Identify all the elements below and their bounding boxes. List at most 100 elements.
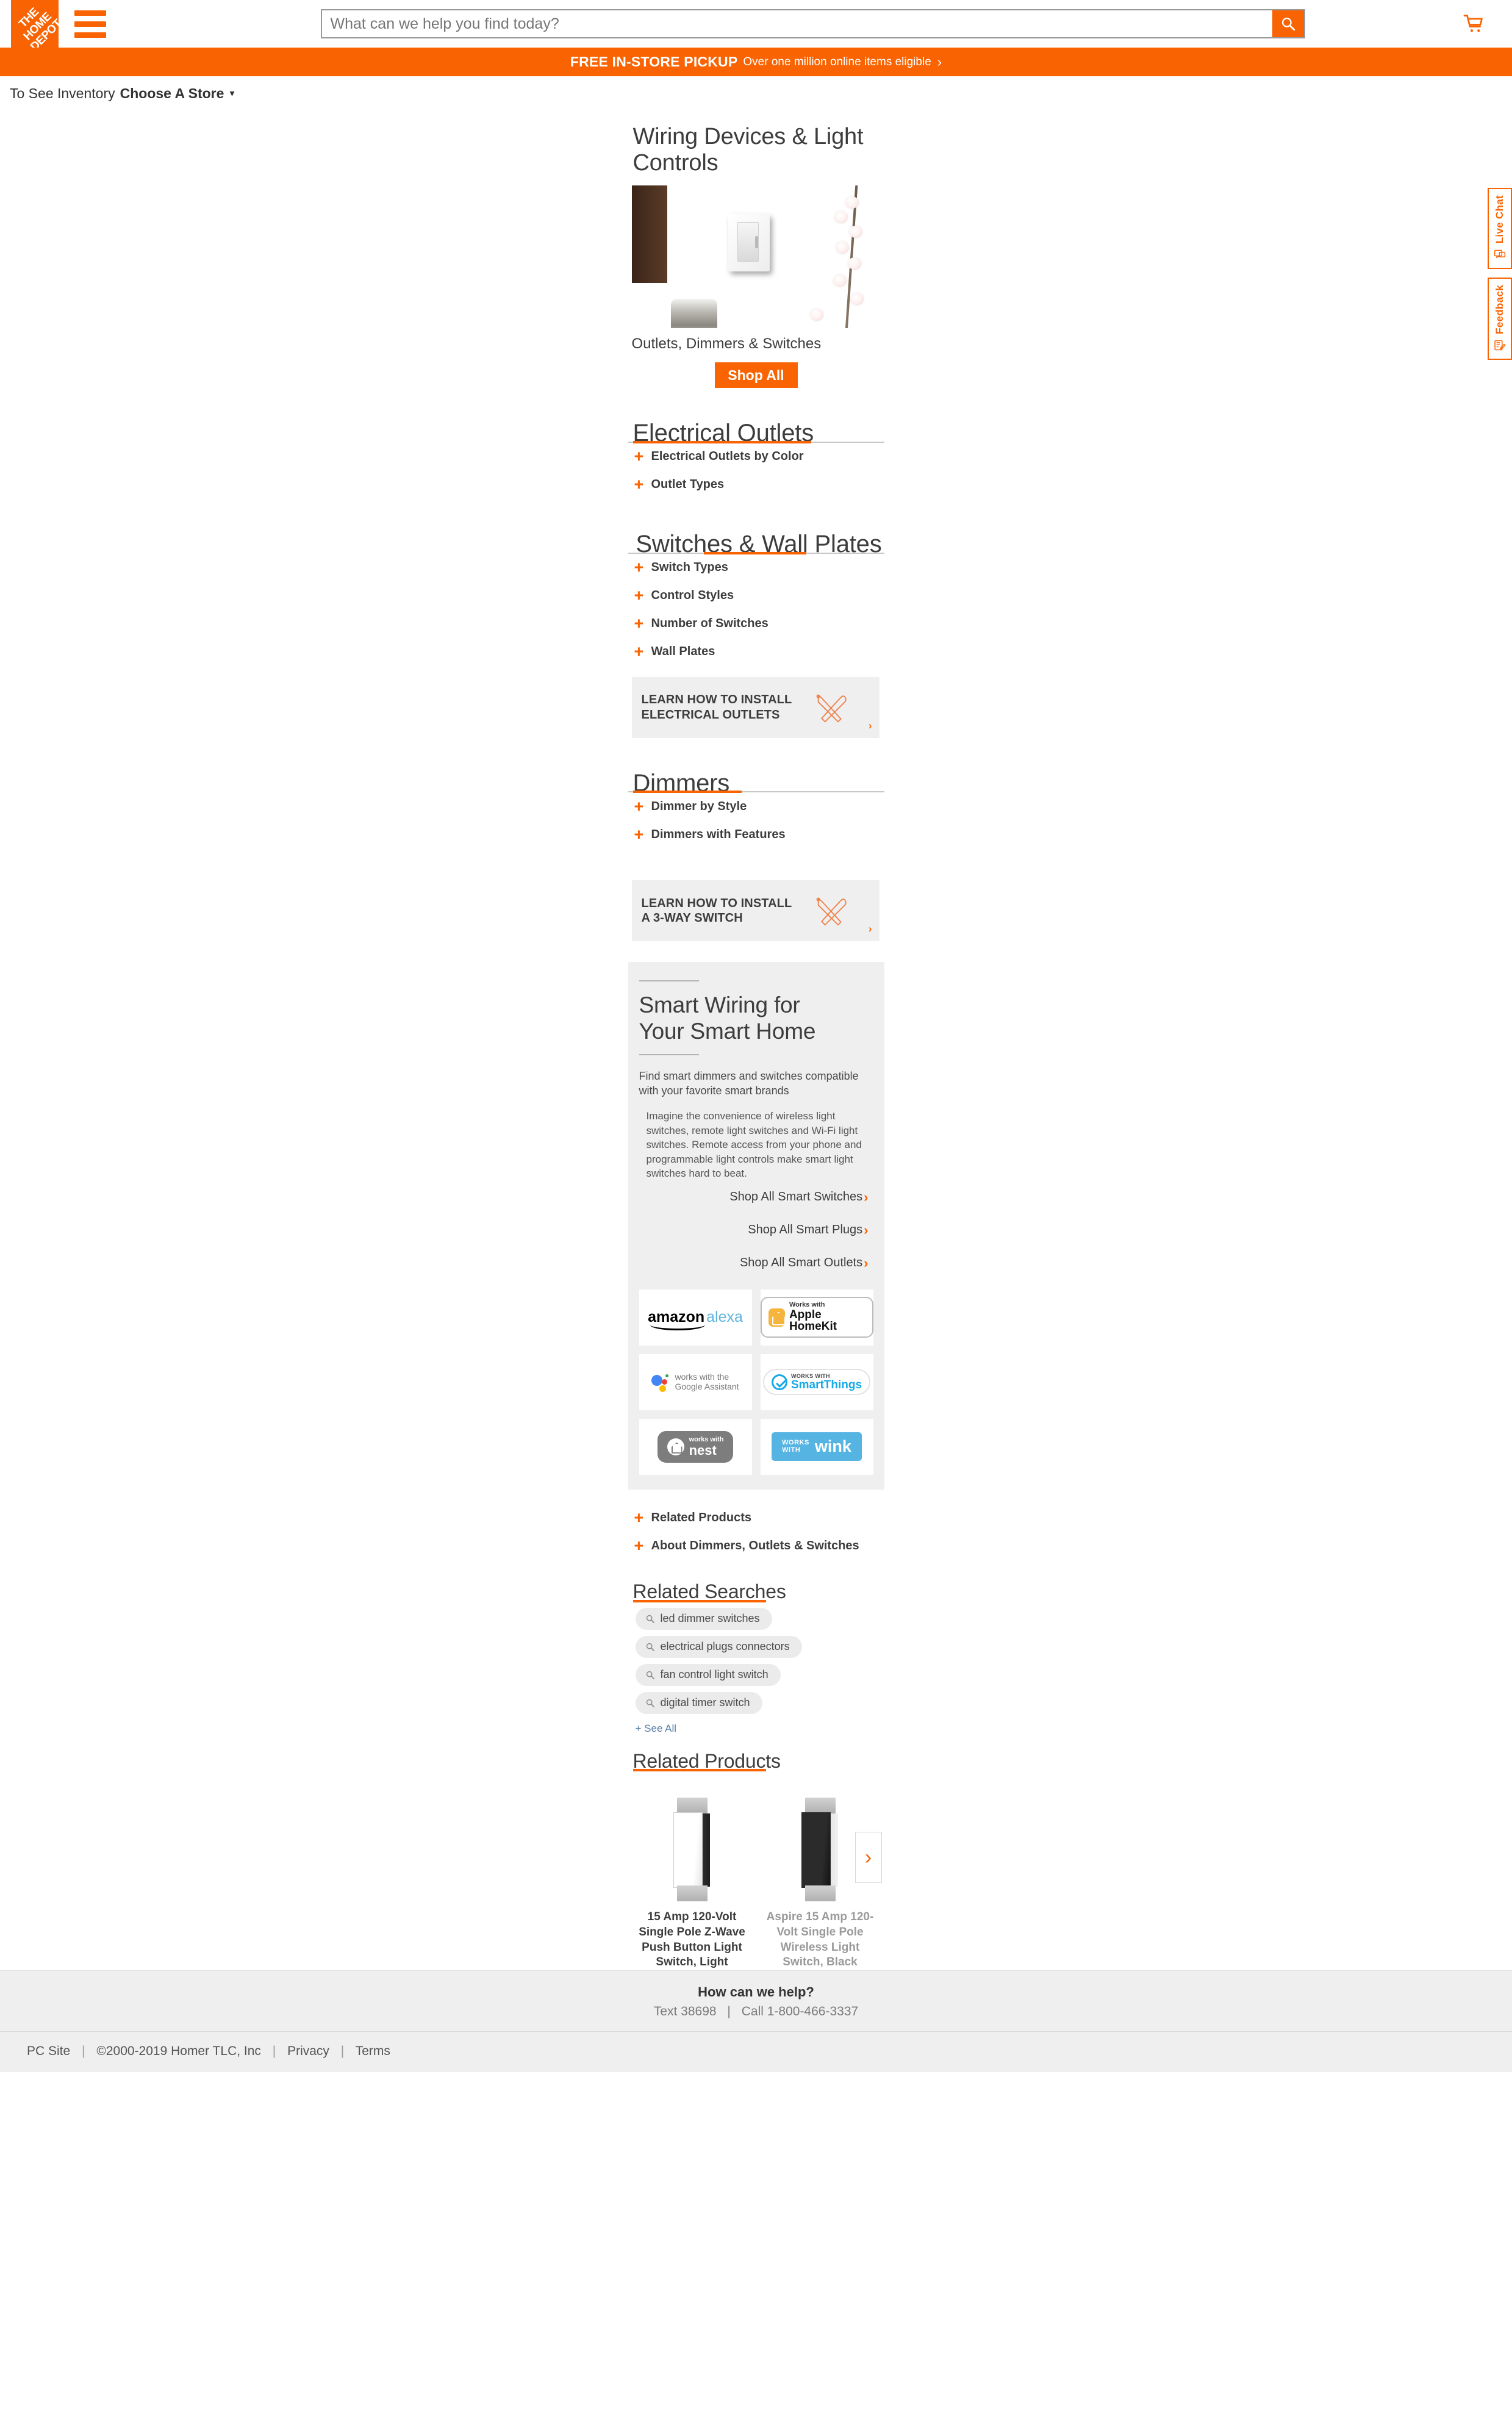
section-heading-dimmers: Dimmers bbox=[628, 738, 884, 797]
promo-bold-text: FREE IN-STORE PICKUP bbox=[570, 54, 738, 70]
related-search-pill[interactable]: digital timer switch bbox=[635, 1691, 762, 1714]
menu-hamburger-icon[interactable] bbox=[74, 0, 106, 48]
live-chat-tab[interactable]: Live Chat bbox=[1488, 188, 1512, 270]
shopping-cart-icon bbox=[1463, 15, 1483, 32]
chevron-down-icon: ▾ bbox=[229, 88, 235, 99]
learn-banner-line1: LEARN HOW TO INSTALL bbox=[641, 897, 792, 911]
section-rule bbox=[628, 1599, 884, 1602]
pill-label: electrical plugs connectors bbox=[660, 1640, 790, 1653]
search-button[interactable] bbox=[1272, 10, 1304, 37]
link-label: Shop All Smart Plugs bbox=[748, 1223, 863, 1237]
free-pickup-promo-banner[interactable]: FREE IN-STORE PICKUP Over one million on… bbox=[0, 48, 1512, 76]
logo-text: THE HOME DEPOT bbox=[16, 5, 59, 48]
learn-banner-text: LEARN HOW TO INSTALL ELECTRICAL OUTLETS bbox=[632, 692, 792, 722]
learn-banner-line2: A 3-WAY SWITCH bbox=[641, 911, 743, 925]
carousel-next-button[interactable]: › bbox=[855, 1832, 882, 1884]
expander-control-styles[interactable]: + Control Styles bbox=[628, 582, 884, 610]
call-number-link[interactable]: Call 1-800-466-3337 bbox=[742, 2004, 858, 2018]
expander-dimmers-with-features[interactable]: + Dimmers with Features bbox=[628, 820, 884, 848]
plus-icon: + bbox=[634, 642, 644, 661]
google-assistant-dots-icon bbox=[651, 1373, 670, 1392]
brand-tile-google-assistant[interactable]: works with the Google Assistant bbox=[639, 1354, 752, 1410]
chat-bubble-icon bbox=[1494, 249, 1506, 259]
shop-all-smart-outlets-link[interactable]: Shop All Smart Outlets › bbox=[639, 1247, 873, 1280]
expander-label: Control Styles bbox=[651, 589, 734, 603]
product-card[interactable]: 15 Amp 120-Volt Single Pole Z-Wave Push … bbox=[628, 1792, 756, 1970]
chevron-right-icon: › bbox=[864, 1255, 869, 1271]
cart-button[interactable] bbox=[1446, 0, 1501, 48]
google-assistant-logo: works with the Google Assistant bbox=[651, 1372, 739, 1392]
separator: | bbox=[82, 2044, 85, 2059]
expander-label: Outlet Types bbox=[651, 478, 725, 492]
shop-all-smart-plugs-link[interactable]: Shop All Smart Plugs › bbox=[639, 1214, 873, 1247]
switch-yoke-bottom bbox=[804, 1885, 836, 1902]
plus-icon: + bbox=[634, 614, 644, 633]
choose-store-link[interactable]: Choose A Store bbox=[120, 85, 224, 102]
section-heading-electrical-outlets: Electrical Outlets bbox=[628, 388, 884, 447]
pc-site-link[interactable]: PC Site bbox=[27, 2044, 70, 2058]
chevron-right-icon: › bbox=[864, 1222, 869, 1238]
brand-tile-apple-homekit[interactable]: Works with Apple HomeKit bbox=[760, 1289, 873, 1346]
search-box bbox=[320, 9, 1305, 38]
related-search-pill[interactable]: led dimmer switches bbox=[635, 1607, 772, 1630]
hero-flower-shape bbox=[833, 274, 847, 287]
panel-top-divider bbox=[639, 980, 699, 982]
switch-body-dark bbox=[801, 1812, 831, 1889]
separator: | bbox=[272, 2044, 276, 2059]
brand-tile-smartthings[interactable]: WORKS WITH SmartThings bbox=[760, 1354, 873, 1410]
home-depot-logo[interactable]: THE HOME DEPOT bbox=[11, 0, 59, 48]
related-search-pill[interactable]: electrical plugs connectors bbox=[635, 1635, 802, 1658]
section-rule bbox=[628, 1769, 884, 1772]
expander-label: About Dimmers, Outlets & Switches bbox=[651, 1539, 859, 1553]
plus-icon: + bbox=[634, 797, 644, 816]
homekit-house-icon bbox=[768, 1308, 785, 1327]
amazon-alexa-logo: amazon alexa bbox=[648, 1308, 743, 1331]
expander-number-of-switches[interactable]: + Number of Switches bbox=[628, 610, 884, 638]
pill-label: digital timer switch bbox=[660, 1696, 750, 1709]
shop-all-smart-switches-link[interactable]: Shop All Smart Switches › bbox=[639, 1181, 873, 1214]
plus-icon: + bbox=[634, 475, 644, 494]
page-body: Wiring Devices & Light Controls Outlets,… bbox=[0, 110, 1512, 1970]
shop-all-button[interactable]: Shop All bbox=[714, 362, 798, 389]
site-header: THE HOME DEPOT bbox=[0, 0, 1512, 48]
privacy-link[interactable]: Privacy bbox=[287, 2044, 329, 2058]
dot-blue bbox=[651, 1374, 663, 1386]
expander-outlet-types[interactable]: + Outlet Types bbox=[628, 471, 884, 499]
pill-label: led dimmer switches bbox=[660, 1612, 760, 1625]
promo-normal-text: Over one million online items eligible bbox=[743, 55, 931, 68]
terms-link[interactable]: Terms bbox=[356, 2044, 390, 2058]
search-input[interactable] bbox=[321, 10, 1272, 37]
expander-about-dimmers-outlets-switches[interactable]: + About Dimmers, Outlets & Switches bbox=[628, 1532, 884, 1560]
choose-store-bar[interactable]: To See Inventory Choose A Store ▾ bbox=[0, 76, 1512, 110]
section-heading-switches-wall-plates: Switches & Wall Plates bbox=[628, 499, 884, 558]
brand-tile-nest[interactable]: works with nest bbox=[639, 1418, 752, 1475]
section-rule-accent bbox=[632, 1599, 766, 1602]
related-search-pill[interactable]: fan control light switch bbox=[635, 1663, 781, 1686]
search-icon bbox=[646, 1671, 654, 1679]
smart-title-line1: Smart Wiring for bbox=[639, 992, 800, 1018]
expander-wall-plates[interactable]: + Wall Plates bbox=[628, 638, 884, 666]
expander-related-products[interactable]: + Related Products bbox=[628, 1504, 884, 1532]
search-icon bbox=[646, 1643, 654, 1651]
hero-flower-shape bbox=[848, 226, 862, 239]
amazon-smile-shape bbox=[650, 1325, 706, 1331]
smart-panel-body: Imagine the convenience of wireless ligh… bbox=[646, 1110, 862, 1180]
section-rule-accent bbox=[632, 791, 742, 794]
chevron-right-icon: › bbox=[864, 1189, 869, 1205]
plus-icon: + bbox=[634, 1508, 644, 1527]
hero-flower-shape bbox=[850, 293, 864, 306]
see-all-link[interactable]: + See All bbox=[636, 1723, 884, 1735]
ga-line1: works with the bbox=[675, 1372, 729, 1382]
learn-banner-3-way-switch[interactable]: LEARN HOW TO INSTALL A 3-WAY SWITCH › bbox=[631, 880, 880, 942]
feedback-tab[interactable]: Feedback bbox=[1488, 278, 1512, 360]
brand-tile-wink[interactable]: WORKS WITH wink bbox=[760, 1418, 873, 1475]
brand-tile-amazon-alexa[interactable]: amazon alexa bbox=[639, 1289, 752, 1346]
feedback-label: Feedback bbox=[1494, 285, 1505, 335]
smart-title-line2: Your Smart Home bbox=[639, 1018, 816, 1044]
learn-banner-electrical-outlets[interactable]: LEARN HOW TO INSTALL ELECTRICAL OUTLETS … bbox=[631, 676, 880, 738]
smart-panel-lead: Find smart dimmers and switches compatib… bbox=[639, 1069, 859, 1097]
hamburger-bar bbox=[74, 32, 106, 38]
smart-panel-title: Smart Wiring for Your Smart Home bbox=[639, 992, 873, 1044]
switch-yoke-bottom bbox=[676, 1885, 708, 1902]
text-number-link[interactable]: Text 38698 bbox=[654, 2004, 717, 2018]
